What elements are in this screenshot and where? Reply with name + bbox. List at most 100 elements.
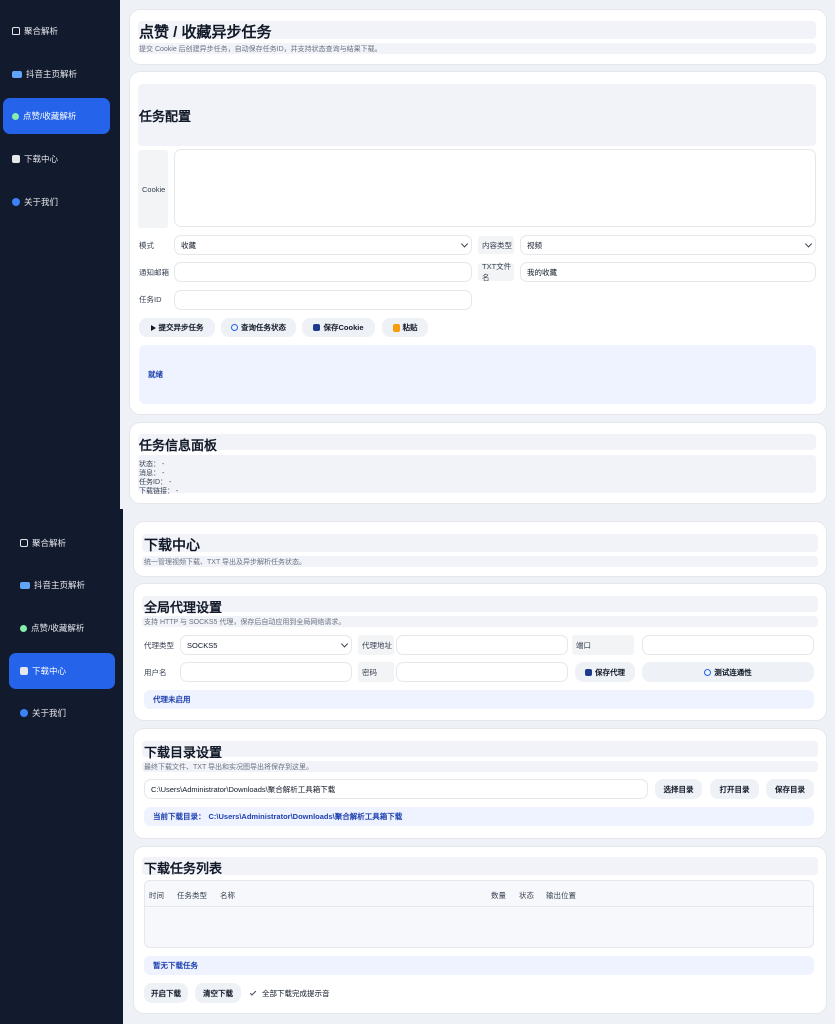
home-icon [20,539,28,547]
proxy-type-select[interactable]: SOCKS5 [180,635,352,655]
sidebar-item-about[interactable]: 关于我们 [12,184,112,220]
save-icon [313,324,321,331]
paste-button[interactable]: 粘贴 [382,318,428,337]
tasks-empty-status: 暂无下载任务 [144,956,814,975]
clipboard-icon [392,323,400,332]
proxy-type-label: 代理类型 [144,640,174,650]
directory-title: 下载目录设置 [144,745,223,760]
folder-icon [12,70,22,78]
sidebar-item-aggregate[interactable]: 聚合解析 [20,525,116,561]
sidebar: 聚合解析 抖音主页解析 点赞/收藏解析 下载中心 关于我们 [0,509,123,1024]
test-proxy-label: 测试连通性 [714,667,752,677]
refresh-icon [231,324,238,331]
sidebar-item-likes[interactable]: 点赞/收藏解析 [20,610,116,646]
chevron-down-icon [340,640,349,648]
save-icon [20,667,28,675]
task-config-title: 任务配置 [139,109,192,124]
open-directory-button[interactable]: 打开目录 [710,779,759,799]
sidebar-item-label: 聚合解析 [32,538,67,548]
paste-label: 粘贴 [402,323,418,332]
sidebar-item-label: 关于我们 [32,708,67,718]
sidebar: 聚合解析 抖音主页解析 点赞/收藏解析 下载中心 关于我们 [0,0,120,509]
task-id-label: 任务ID [139,295,162,304]
directory-path-input[interactable]: C:\Users\Administrator\Downloads\聚合解析工具箱… [144,779,648,799]
info-icon [20,709,28,717]
current-directory-label: 当前下载目录： [153,812,206,821]
save-proxy-button[interactable]: 保存代理 [575,662,635,682]
page-title: 点赞 / 收藏异步任务 [139,24,272,41]
proxy-port-label: 端口 [572,635,634,655]
completion-sound-label: 全部下载完成提示音 [262,988,330,998]
sidebar-item-label: 下载中心 [32,666,67,676]
col-name: 名称 [220,891,235,900]
sidebar-item-label: 点赞/收藏解析 [23,111,77,121]
download-tasks-card: 下载任务列表 时间 任务类型 名称 数量 状态 输出位置 暂无下载任务 开启下载… [134,847,826,1013]
save-cookie-label: 保存Cookie [323,323,364,332]
proxy-password-input[interactable] [396,662,568,682]
proxy-address-input[interactable] [396,635,568,655]
content-type-value: 视频 [527,240,542,250]
page-subtitle: 提交 Cookie 后创建异步任务，自动保存任务ID，并支持状态查询与结果下载。 [139,46,382,53]
proxy-password-label: 密码 [358,662,394,682]
refresh-icon [704,668,712,676]
sidebar-item-download-center[interactable]: 下载中心 [12,141,112,177]
sidebar-item-about[interactable]: 关于我们 [20,695,116,731]
cookie-textarea[interactable] [174,149,816,227]
mode-value: 收藏 [181,240,196,250]
task-table[interactable]: 时间 任务类型 名称 数量 状态 输出位置 [144,880,814,948]
save-directory-button[interactable]: 保存目录 [766,779,814,799]
task-info-card: 任务信息面板 状态： - 消息： - 任务ID： - 下载链接： - [130,423,826,503]
proxy-settings-card: 全局代理设置 支持 HTTP 与 SOCKS5 代理，保存后自动应用到全局网络请… [134,584,826,720]
mode-select[interactable]: 收藏 [174,235,472,255]
query-status-button[interactable]: 查询任务状态 [221,318,296,337]
tasks-title: 下载任务列表 [144,861,223,876]
sidebar-item-douyin-home[interactable]: 抖音主页解析 [12,56,112,92]
chevron-down-icon [460,240,469,248]
likes-favorites-view: 聚合解析 抖音主页解析 点赞/收藏解析 下载中心 关于我们 点赞 / 收藏异步任… [0,0,835,509]
col-status: 状态 [519,891,534,900]
content-type-label: 内容类型 [478,236,514,254]
circle-icon [12,112,19,120]
config-status: 就绪 [139,345,816,404]
email-label: 通知邮箱 [139,268,169,277]
download-dir-card: 下载目录设置 最终下载文件、TXT 导出和实况图导出将保存到这里。 C:\Use… [134,729,826,838]
sidebar-item-label: 关于我们 [24,197,59,207]
download-header-card: 下载中心 统一管理视频下载、TXT 导出及异步解析任务状态。 [134,522,826,576]
sidebar-item-aggregate[interactable]: 聚合解析 [12,13,112,49]
col-output: 输出位置 [546,891,576,900]
circle-icon [20,624,27,632]
proxy-username-label: 用户名 [144,667,167,677]
choose-directory-button[interactable]: 选择目录 [655,779,702,799]
start-download-button[interactable]: 开启下载 [144,983,188,1003]
col-time: 时间 [149,891,164,900]
proxy-status: 代理未启用 [144,690,814,709]
submit-task-button[interactable]: 提交异步任务 [139,318,215,337]
proxy-port-input[interactable] [642,635,814,655]
sidebar-item-douyin-home[interactable]: 抖音主页解析 [20,567,116,603]
save-cookie-button[interactable]: 保存Cookie [302,318,375,337]
email-input[interactable] [174,262,472,282]
completion-sound-toggle[interactable]: 全部下载完成提示音 [249,983,330,1003]
sidebar-item-label: 下载中心 [24,154,59,164]
cookie-label: Cookie [138,150,168,228]
txt-name-input[interactable]: 我的收藏 [520,262,816,282]
save-icon [585,668,592,676]
save-proxy-label: 保存代理 [595,667,625,677]
info-icon [12,198,20,206]
sidebar-item-label: 聚合解析 [24,26,59,36]
clear-download-button[interactable]: 清空下载 [195,983,241,1003]
content-type-select[interactable]: 视频 [520,235,816,255]
sidebar-item-download-center[interactable]: 下载中心 [9,653,115,689]
txt-name-label: TXT文件名 [478,262,514,282]
test-proxy-button[interactable]: 测试连通性 [642,662,814,682]
proxy-address-label: 代理地址 [358,635,394,655]
proxy-username-input[interactable] [180,662,352,682]
current-directory: 当前下载目录： C:\Users\Administrator\Downloads… [144,807,814,826]
task-id-input[interactable] [174,290,472,310]
directory-subtitle: 最终下载文件、TXT 导出和实况图导出将保存到这里。 [144,764,314,771]
sidebar-item-label: 点赞/收藏解析 [31,623,85,633]
folder-icon [20,581,30,589]
home-icon [12,27,20,35]
query-status-label: 查询任务状态 [241,323,286,332]
sidebar-item-likes[interactable]: 点赞/收藏解析 [3,98,110,134]
